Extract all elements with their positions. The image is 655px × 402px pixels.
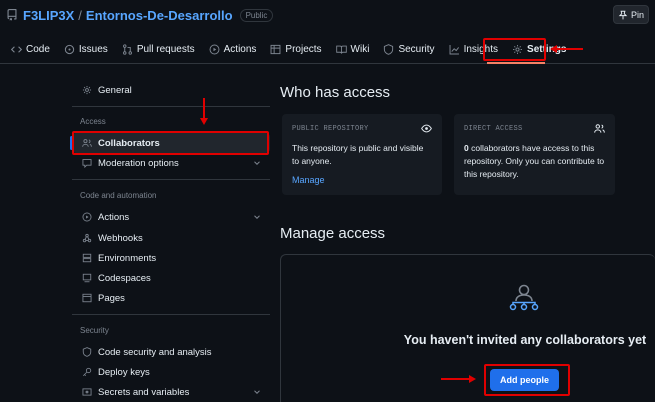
tab-label: Code xyxy=(26,44,50,55)
manage-visibility-link[interactable]: Manage xyxy=(292,175,432,185)
pull-request-icon xyxy=(122,44,132,55)
book-icon xyxy=(335,45,347,54)
shield-lock-icon xyxy=(82,347,92,357)
tab-label: Projects xyxy=(285,44,322,55)
sidebar-item-actions[interactable]: Actions xyxy=(72,207,270,227)
webhook-icon xyxy=(82,233,92,243)
card-body: 0 collaborators have access to this repo… xyxy=(464,142,605,181)
repo-owner-link[interactable]: F3LIP3X xyxy=(23,8,74,23)
add-people-arrow-head xyxy=(469,375,476,383)
sidebar-item-code-security[interactable]: Code security and analysis xyxy=(72,342,270,362)
collaborators-empty-icon xyxy=(509,284,539,311)
sidebar-item-label: General xyxy=(98,84,132,96)
comment-icon xyxy=(82,159,92,168)
sidebar-item-general[interactable]: General xyxy=(72,80,270,100)
graph-icon xyxy=(449,45,459,55)
empty-state-title: You haven't invited any collaborators ye… xyxy=(403,333,647,347)
settings-highlight-box xyxy=(483,38,546,61)
collaborators-highlight-box xyxy=(72,131,269,155)
sidebar-heading-code: Code and automation xyxy=(80,191,157,200)
tab-pull-requests[interactable]: Pull requests xyxy=(115,37,202,63)
sidebar-item-codespaces[interactable]: Codespaces xyxy=(72,268,270,288)
sidebar-item-label: Environments xyxy=(98,252,157,264)
sidebar-item-label: Code security and analysis xyxy=(98,346,212,358)
tab-label: Actions xyxy=(223,44,257,55)
chevron-down-icon xyxy=(254,161,260,165)
sidebar-heading-security: Security xyxy=(80,326,109,335)
sidebar-heading-access: Access xyxy=(80,117,106,126)
repo-icon xyxy=(7,9,17,21)
sidebar-item-label: Moderation options xyxy=(98,157,179,169)
tab-label: Pull requests xyxy=(136,44,195,55)
collaborators-arrow-head xyxy=(200,118,208,125)
settings-arrow-line xyxy=(556,48,583,50)
sidebar-item-label: Actions xyxy=(98,211,130,223)
chevron-down-icon xyxy=(254,215,260,219)
sidebar-item-label: Pages xyxy=(98,292,125,304)
direct-access-card: DIRECT ACCESS 0 collaborators have acces… xyxy=(454,114,615,195)
chevron-down-icon xyxy=(254,390,260,394)
tab-label: Security xyxy=(398,44,435,55)
card-header: PUBLIC REPOSITORY xyxy=(292,123,432,134)
card-body: This repository is public and visible to… xyxy=(292,143,424,166)
tab-wiki[interactable]: Wiki xyxy=(329,37,377,63)
issue-icon xyxy=(64,44,75,55)
code-icon xyxy=(11,46,22,53)
collaborators-arrow-line xyxy=(203,98,205,118)
tab-code[interactable]: Code xyxy=(4,37,57,63)
add-people-highlight-box xyxy=(484,364,570,396)
people-icon xyxy=(594,124,605,133)
sidebar-item-label: Deploy keys xyxy=(98,366,150,378)
codespaces-icon xyxy=(82,273,92,283)
table-icon xyxy=(270,44,281,55)
add-people-arrow-line xyxy=(441,378,469,380)
tab-projects[interactable]: Projects xyxy=(263,37,328,63)
sidebar-divider xyxy=(72,106,270,107)
sidebar-item-label: Secrets and variables xyxy=(98,386,190,398)
manage-access-title: Manage access xyxy=(280,225,386,242)
tab-issues[interactable]: Issues xyxy=(57,37,115,63)
sidebar-item-environments[interactable]: Environments xyxy=(72,248,270,268)
asterisk-icon xyxy=(82,388,92,396)
tab-label: Issues xyxy=(78,44,108,55)
sidebar-divider xyxy=(72,179,270,180)
card-title: PUBLIC REPOSITORY xyxy=(292,124,369,133)
eye-icon xyxy=(421,124,432,133)
tab-label: Wiki xyxy=(350,44,370,55)
sidebar-item-deploy-keys[interactable]: Deploy keys xyxy=(72,362,270,382)
public-repository-card: PUBLIC REPOSITORY This repository is pub… xyxy=(282,114,442,195)
sidebar-item-label: Webhooks xyxy=(98,232,143,244)
tab-security[interactable]: Security xyxy=(376,37,441,63)
sidebar-divider xyxy=(72,314,270,315)
sidebar-item-moderation[interactable]: Moderation options xyxy=(72,153,270,173)
sidebar-item-secrets[interactable]: Secrets and variables xyxy=(72,382,270,402)
who-has-access-title: Who has access xyxy=(280,84,391,101)
pin-label: Pin xyxy=(630,9,644,20)
repo-separator: / xyxy=(78,7,82,23)
play-icon xyxy=(209,44,220,55)
server-icon xyxy=(82,253,92,263)
card-header: DIRECT ACCESS xyxy=(464,123,605,134)
play-icon xyxy=(82,212,92,222)
repo-name-link[interactable]: Entornos-De-Desarrollo xyxy=(86,8,233,23)
browser-icon xyxy=(82,293,92,303)
tab-actions[interactable]: Actions xyxy=(202,37,264,63)
pin-icon xyxy=(618,10,628,19)
active-tab-underline xyxy=(487,62,545,64)
direct-access-text: collaborators have access to this reposi… xyxy=(464,143,605,179)
repo-header: F3LIP3X / Entornos-De-Desarrollo Public xyxy=(0,0,655,30)
sidebar-item-label: Codespaces xyxy=(98,272,151,284)
sidebar-item-pages[interactable]: Pages xyxy=(72,288,270,308)
key-icon xyxy=(82,367,92,377)
shield-icon xyxy=(384,44,394,55)
sidebar-item-webhooks[interactable]: Webhooks xyxy=(72,228,270,248)
card-title: DIRECT ACCESS xyxy=(464,124,523,133)
pin-button[interactable]: Pin xyxy=(613,5,649,24)
gear-icon xyxy=(82,85,92,95)
visibility-badge: Public xyxy=(239,8,274,22)
